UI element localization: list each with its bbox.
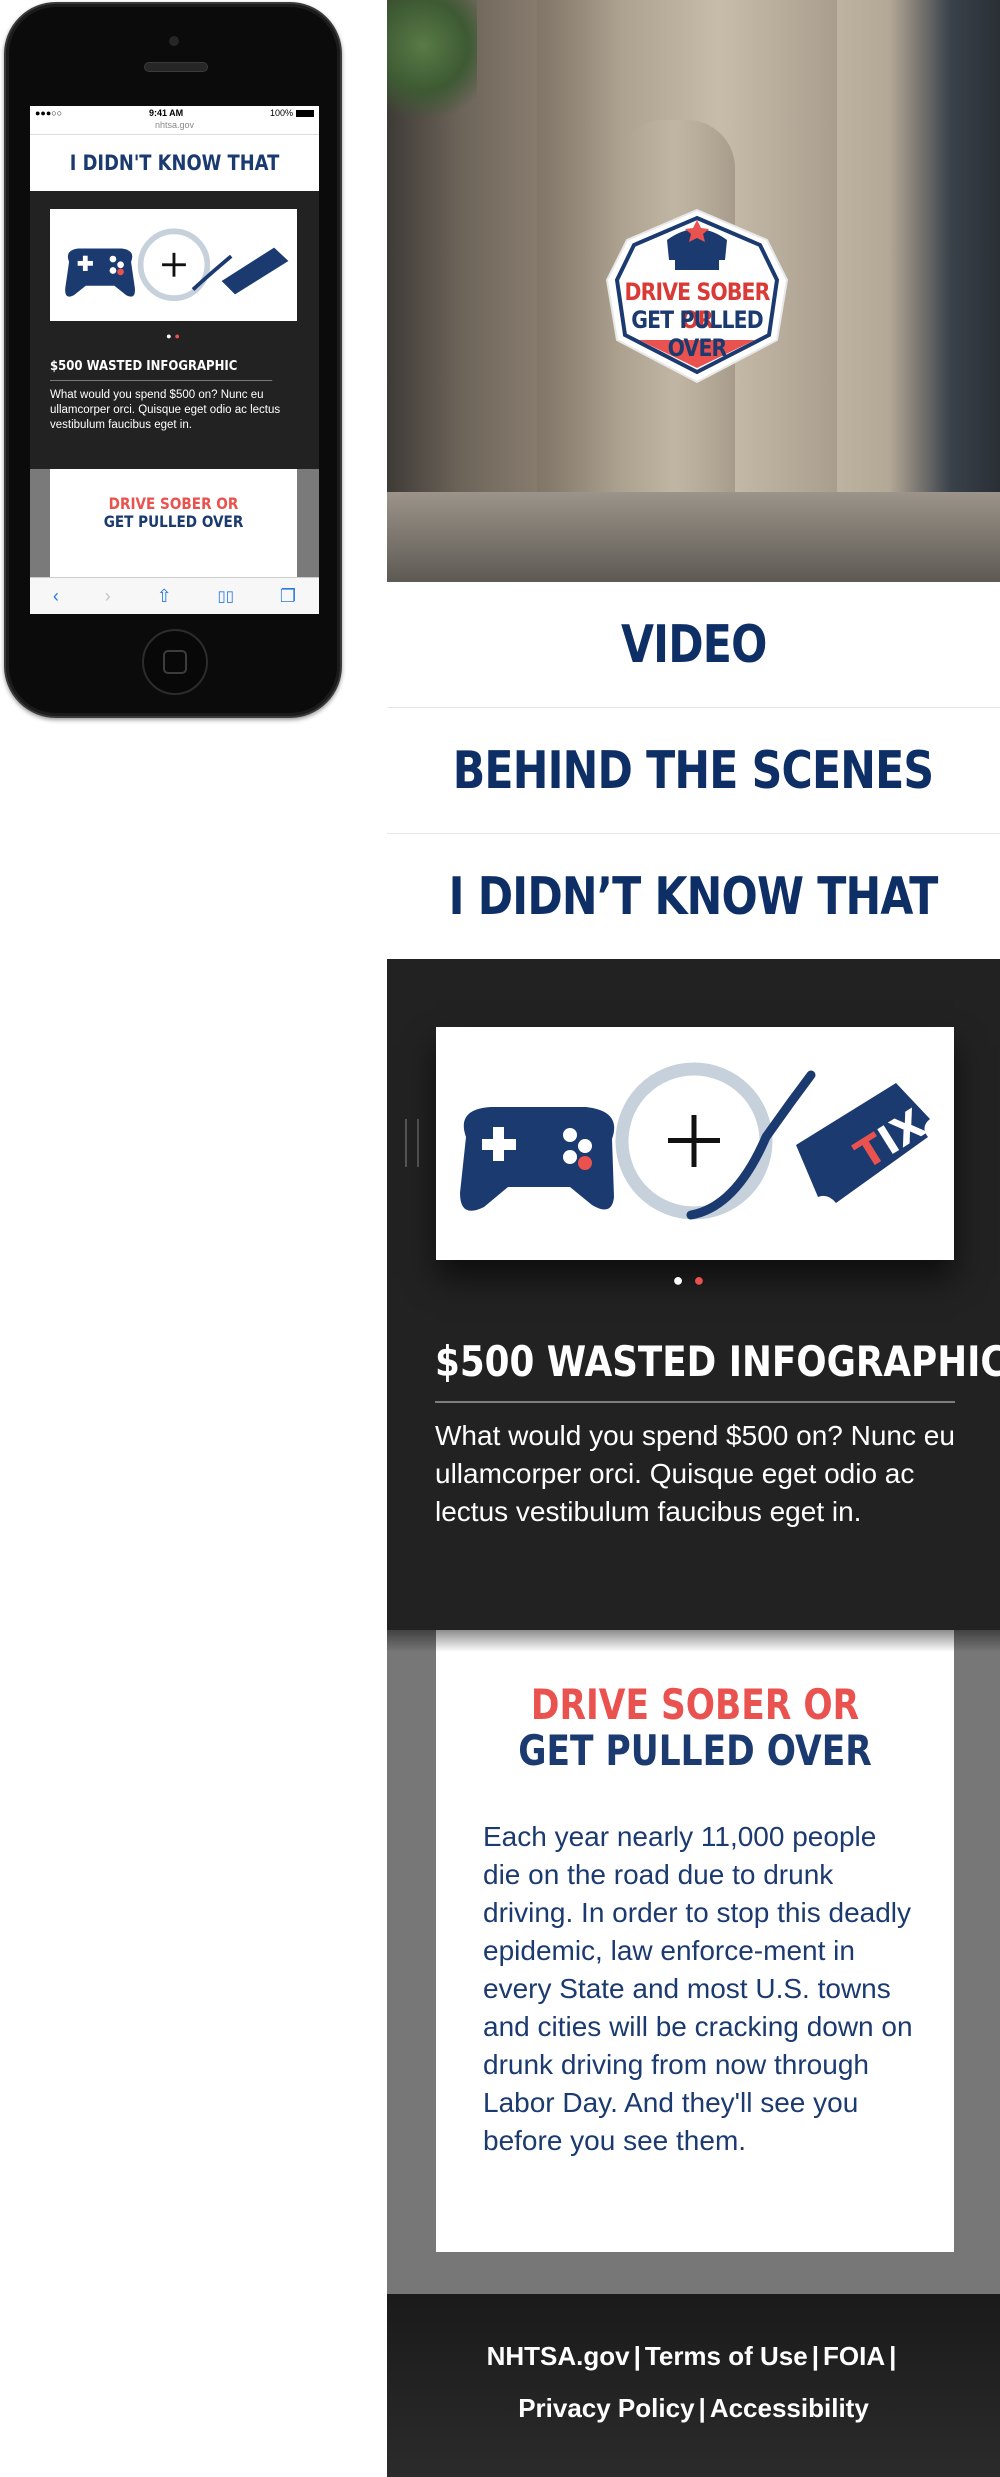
promo-card: DRIVE SOBER OR GET PULLED OVER Each year… <box>436 1630 954 2252</box>
footer-links-row2: Privacy Policy | Accessibility <box>387 2393 1000 2424</box>
phone-promo-line1: DRIVE SOBER OR <box>108 494 239 513</box>
hero-image: DRIVE SOBER OR GET PULLED OVER <box>387 0 1000 582</box>
footer-separator: | <box>633 2341 641 2371</box>
home-button[interactable] <box>142 629 208 695</box>
tabs-icon[interactable]: ❐ <box>280 586 296 607</box>
phone-infographic-title: $500 WASTED INFOGRAPHIC <box>50 359 273 381</box>
footer-link-terms[interactable]: Terms of Use <box>645 2341 808 2371</box>
gamepad-icon <box>460 1107 615 1211</box>
nav-video[interactable]: VIDEO <box>387 582 1000 709</box>
nav-video-label: VIDEO <box>620 614 767 675</box>
nav-i-didnt-know-that[interactable]: I DIDN’T KNOW THAT <box>387 834 1000 959</box>
gamepad-icon <box>65 248 135 297</box>
magnifier-icon <box>615 1062 816 1220</box>
ticket-icon: TIX <box>796 1083 934 1203</box>
speaker-grill <box>144 62 208 72</box>
nav-behind-label: BEHIND THE SCENES <box>453 740 934 801</box>
infographic-card[interactable]: TIX <box>436 1027 954 1260</box>
promo-body-text: Each year nearly 11,000 people die on th… <box>483 1821 913 2156</box>
infographic-title: $500 WASTED INFOGRAPHIC <box>435 1337 1000 1386</box>
phone-infographic-text: What would you spend $500 on? Nunc eu ul… <box>50 389 281 431</box>
promo-line1: DRIVE SOBER OR <box>530 1680 860 1729</box>
footer-separator: | <box>698 2393 706 2423</box>
magnifier-icon <box>137 228 233 302</box>
footer-link-accessibility[interactable]: Accessibility <box>710 2393 869 2423</box>
promo-line2: GET PULLED OVER <box>518 1726 872 1775</box>
footer-separator: | <box>811 2341 819 2371</box>
drag-handle[interactable] <box>405 1119 419 1167</box>
phone-infographic-panel: ●● $500 WASTED INFOGRAPHIC What would yo… <box>30 191 319 469</box>
phone-mockup: ●●●○○ 9:41 AM 100% nhtsa.gov I DIDN'T KN… <box>4 2 342 718</box>
footer-links-row1: NHTSA.gov | Terms of Use | FOIA | <box>387 2341 1000 2372</box>
battery-icon <box>296 110 314 118</box>
forward-icon[interactable]: › <box>105 586 111 607</box>
infographic-panel: TIX ●● $500 WASTED INFOGRAPHIC What woul… <box>387 959 1000 1630</box>
phone-infographic-card[interactable] <box>50 209 297 321</box>
panel-shadow <box>387 1630 1000 1652</box>
footer-separator: | <box>889 2341 897 2371</box>
footer: NHTSA.gov | Terms of Use | FOIA | Privacy Pol… <box>387 2294 1000 2477</box>
carousel-dots[interactable]: ●● <box>387 1270 1000 1291</box>
phone-screen: ●●●○○ 9:41 AM 100% nhtsa.gov I DIDN'T KN… <box>30 106 319 614</box>
phone-promo-line2: GET PULLED OVER <box>103 512 244 531</box>
divider <box>435 1401 955 1403</box>
status-bar: ●●●○○ 9:41 AM 100% <box>30 106 319 120</box>
url-bar[interactable]: nhtsa.gov <box>30 120 319 135</box>
promo-panel: DRIVE SOBER OR GET PULLED OVER Each year… <box>387 1630 1000 2294</box>
browser-toolbar: ‹ › ⇧ ▯▯ ❐ <box>30 577 319 614</box>
nav-behind-the-scenes[interactable]: BEHIND THE SCENES <box>387 708 1000 835</box>
mobile-page: DRIVE SOBER OR GET PULLED OVER VIDEO BEH… <box>387 0 1000 2477</box>
phone-carousel-dots[interactable]: ●● <box>30 331 319 341</box>
campaign-badge-logo: DRIVE SOBER OR GET PULLED OVER <box>597 200 797 390</box>
share-icon[interactable]: ⇧ <box>157 586 172 607</box>
battery-status: 100% <box>270 108 314 118</box>
battery-label: 100% <box>269 108 293 118</box>
nav-didnt-know-label: I DIDN’T KNOW THAT <box>449 866 939 927</box>
back-icon[interactable]: ‹ <box>53 586 59 607</box>
phone-section-header[interactable]: I DIDN'T KNOW THAT <box>52 135 298 190</box>
signal-indicator: ●●●○○ <box>35 108 63 118</box>
footer-link-privacy[interactable]: Privacy Policy <box>518 2393 694 2423</box>
status-time: 9:41 AM <box>148 108 184 118</box>
hero-tree <box>387 0 477 130</box>
infographic-text: What would you spend $500 on? Nunc eu ul… <box>435 1420 955 1527</box>
phone-infographic-illustration <box>65 228 289 302</box>
infographic-illustration: TIX <box>460 1062 934 1220</box>
camera-icon <box>169 36 179 46</box>
hero-ground <box>387 492 1000 582</box>
footer-link-foia[interactable]: FOIA <box>823 2341 885 2371</box>
badge-line2: GET PULLED OVER <box>631 306 763 362</box>
bookmarks-icon[interactable]: ▯▯ <box>218 587 235 605</box>
footer-link-nhtsa[interactable]: NHTSA.gov <box>487 2341 630 2371</box>
ticket-icon <box>221 247 289 295</box>
